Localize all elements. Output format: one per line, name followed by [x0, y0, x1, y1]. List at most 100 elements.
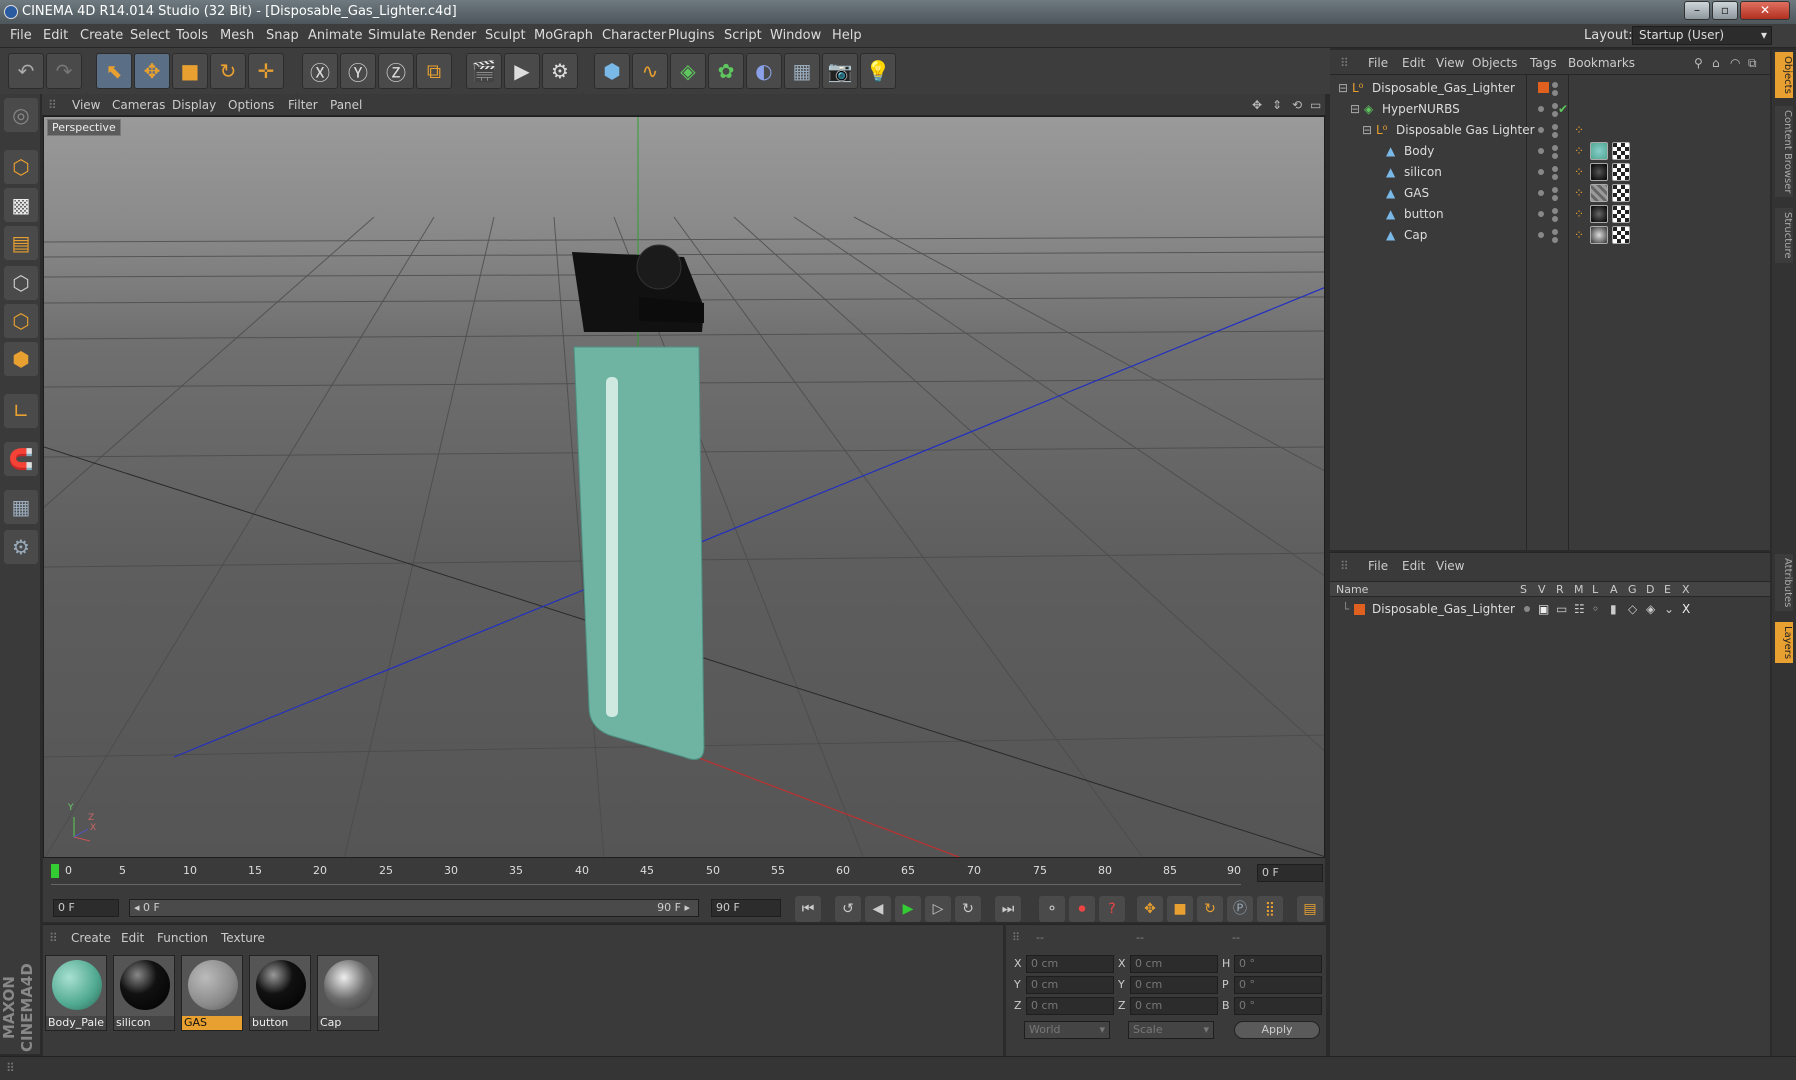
- material-menu-edit[interactable]: Edit: [121, 931, 144, 945]
- phong-tag-icon[interactable]: ⁘: [1574, 207, 1584, 221]
- layers-menu-view[interactable]: View: [1436, 559, 1464, 573]
- viewport-rotate-icon[interactable]: ⟲: [1292, 98, 1302, 112]
- size-y-field[interactable]: 0 cm: [1130, 976, 1218, 994]
- material-menu-function[interactable]: Function: [157, 931, 208, 945]
- auto-keying-button[interactable]: ⏺: [1069, 896, 1095, 922]
- polygons-mode-icon[interactable]: ⬢: [4, 342, 38, 376]
- render-picture-viewer-button[interactable]: ▶: [504, 53, 540, 89]
- solo-toggle[interactable]: [1524, 606, 1530, 612]
- render-dot[interactable]: [1552, 132, 1558, 138]
- search-icon[interactable]: ⚲: [1694, 56, 1703, 70]
- menu-script[interactable]: Script: [724, 28, 762, 43]
- render-settings-button[interactable]: ⚙: [542, 53, 578, 89]
- cube-object-button[interactable]: ⬢: [594, 53, 630, 89]
- generator-toggle-icon[interactable]: ◇: [1628, 602, 1637, 616]
- tree-row[interactable]: ⊟ L⁰ Disposable Gas Lighter ⁘: [1330, 120, 1770, 141]
- viewport-menu-view[interactable]: View: [72, 98, 100, 112]
- visibility-dot[interactable]: [1552, 187, 1558, 193]
- material-swatch[interactable]: Cap: [317, 955, 379, 1031]
- objects-menu-tags[interactable]: Tags: [1530, 56, 1557, 70]
- tab-structure[interactable]: Structure: [1775, 208, 1793, 263]
- points-mode-icon[interactable]: ⬡: [4, 266, 38, 300]
- axis-mode-icon[interactable]: ∟: [4, 394, 38, 428]
- tree-row[interactable]: ▲ GAS ⁘: [1330, 183, 1770, 204]
- menu-help[interactable]: Help: [832, 28, 862, 43]
- go-to-end-button[interactable]: ⏭: [995, 896, 1021, 922]
- tree-row[interactable]: ▲ silicon ⁘: [1330, 162, 1770, 183]
- layers-menu-file[interactable]: File: [1368, 559, 1388, 573]
- column-render[interactable]: R: [1556, 583, 1564, 596]
- menu-window[interactable]: Window: [770, 28, 821, 43]
- column-deformers[interactable]: D: [1646, 583, 1654, 596]
- tab-layers[interactable]: Layers: [1775, 622, 1793, 664]
- objects-menu-edit[interactable]: Edit: [1402, 56, 1425, 70]
- viewport-menu-panel[interactable]: Panel: [330, 98, 362, 112]
- column-generators[interactable]: G: [1628, 583, 1637, 596]
- visibility-dot[interactable]: [1552, 82, 1558, 88]
- deformer-button[interactable]: ◐: [746, 53, 782, 89]
- material-swatch[interactable]: Body_Pale: [45, 955, 107, 1031]
- menu-file[interactable]: File: [10, 28, 32, 43]
- tree-row[interactable]: ▲ Cap ⁘: [1330, 225, 1770, 246]
- visibility-dot[interactable]: [1538, 148, 1544, 154]
- rotate-tool-button[interactable]: ↻: [210, 53, 246, 89]
- uvw-tag-icon[interactable]: [1612, 184, 1630, 202]
- rot-p-field[interactable]: 0 °: [1234, 976, 1322, 994]
- home-icon[interactable]: ⌂: [1712, 56, 1720, 70]
- objects-menu-file[interactable]: File: [1368, 56, 1388, 70]
- menu-snap[interactable]: Snap: [266, 28, 299, 43]
- timeline[interactable]: 0 5 10 15 20 25 30 35 40 45 50 55 60 65 …: [43, 858, 1325, 894]
- visibility-dot[interactable]: [1538, 127, 1544, 133]
- key-scale-button[interactable]: ■: [1167, 896, 1193, 922]
- new-window-icon[interactable]: ⧉: [1748, 56, 1757, 71]
- close-button[interactable]: ✕: [1740, 1, 1790, 20]
- tab-objects[interactable]: Objects: [1775, 52, 1793, 98]
- keyframe-selection-button[interactable]: ?: [1099, 896, 1125, 922]
- visibility-dot[interactable]: [1552, 208, 1558, 214]
- x-axis-button[interactable]: Ⓧ: [302, 53, 338, 89]
- add-object-button[interactable]: ✛: [248, 53, 284, 89]
- layer-row[interactable]: └ Disposable_Gas_Lighter ▣ ▭ ☷ ◦ ▮ ◇ ◈ ⌄…: [1330, 599, 1770, 620]
- y-axis-button[interactable]: Ⓨ: [340, 53, 376, 89]
- coordinate-system-button[interactable]: ⧉: [416, 53, 452, 89]
- apply-button[interactable]: Apply: [1234, 1021, 1320, 1039]
- uvw-tag-icon[interactable]: [1612, 205, 1630, 223]
- workplane-icon[interactable]: ▤: [4, 226, 38, 260]
- render-dot[interactable]: [1552, 174, 1558, 180]
- phong-tag-icon[interactable]: ⁘: [1574, 123, 1584, 137]
- visibility-dot[interactable]: [1552, 124, 1558, 130]
- camera-button[interactable]: 📷: [822, 53, 858, 89]
- tab-attributes[interactable]: Attributes: [1775, 554, 1793, 612]
- move-tool-button[interactable]: ✥: [134, 53, 170, 89]
- render-dot[interactable]: [1552, 195, 1558, 201]
- menu-edit[interactable]: Edit: [43, 28, 68, 43]
- visibility-dot[interactable]: [1538, 211, 1544, 217]
- previous-frame-button[interactable]: ◀: [865, 896, 891, 922]
- menu-render[interactable]: Render: [430, 28, 476, 43]
- render-dot[interactable]: [1552, 237, 1558, 243]
- minimize-button[interactable]: –: [1684, 1, 1710, 20]
- end-frame-field[interactable]: 90 F: [711, 899, 781, 917]
- collapse-icon[interactable]: ⊟: [1362, 123, 1372, 137]
- timeline-window-button[interactable]: ▤: [1297, 896, 1323, 922]
- size-z-field[interactable]: 0 cm: [1130, 997, 1218, 1015]
- viewport-maximize-icon[interactable]: ▭: [1310, 98, 1321, 112]
- enabled-check-icon[interactable]: ✔: [1558, 102, 1568, 116]
- maximize-button[interactable]: ▫: [1712, 1, 1738, 20]
- tree-row[interactable]: ⊟ L⁰ Disposable_Gas_Lighter: [1330, 78, 1770, 99]
- expression-toggle-icon[interactable]: ⌄: [1664, 602, 1674, 616]
- material-tag-icon[interactable]: [1590, 205, 1608, 223]
- viewport-menu-filter[interactable]: Filter: [288, 98, 318, 112]
- menu-select[interactable]: Select: [130, 28, 170, 43]
- world-dropdown[interactable]: World ▾: [1024, 1021, 1110, 1039]
- z-axis-button[interactable]: Ⓩ: [378, 53, 414, 89]
- rot-h-field[interactable]: 0 °: [1234, 955, 1322, 973]
- viewport-menu-display[interactable]: Display: [172, 98, 216, 112]
- play-button[interactable]: ▶: [895, 896, 921, 922]
- render-view-button[interactable]: 🎬: [466, 53, 502, 89]
- model-mode-icon[interactable]: ⬡: [4, 150, 38, 184]
- snap-icon[interactable]: 🧲: [4, 442, 38, 476]
- visibility-dot[interactable]: [1552, 145, 1558, 151]
- menu-character[interactable]: Character: [602, 28, 666, 43]
- collapse-icon[interactable]: ⊟: [1338, 81, 1348, 95]
